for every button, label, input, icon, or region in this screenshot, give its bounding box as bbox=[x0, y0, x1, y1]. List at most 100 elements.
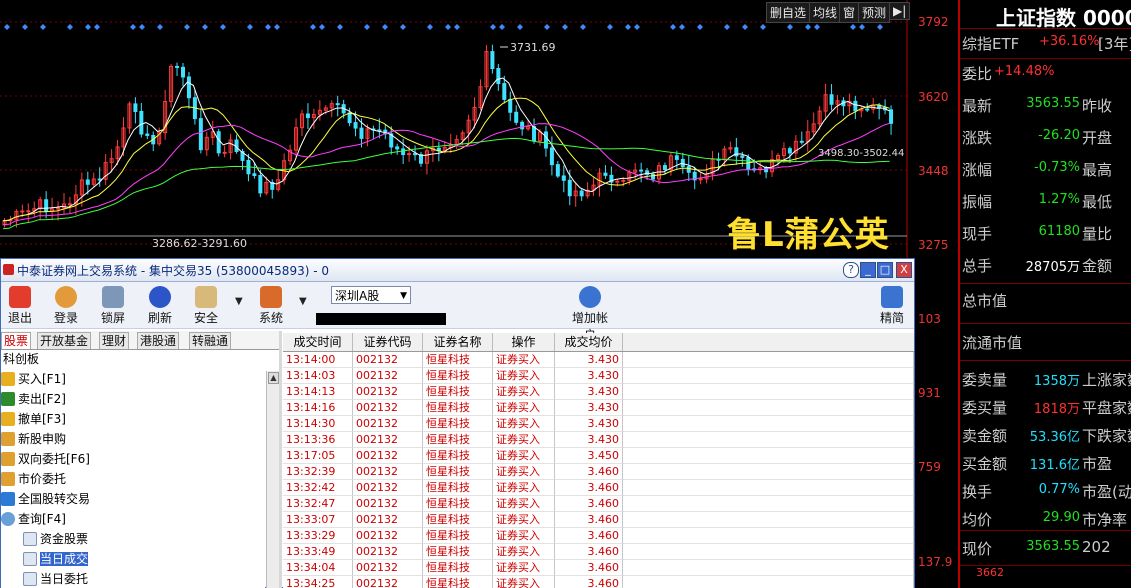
table-row[interactable]: 13:32:42 002132 恒星科技 证券买入 3.460 bbox=[283, 480, 914, 496]
system-button[interactable]: 系统 bbox=[252, 284, 290, 326]
moving-average-button[interactable]: 均线 bbox=[809, 2, 842, 23]
collapse-panel-icon[interactable]: ▶| bbox=[889, 2, 911, 20]
scroll-up-icon[interactable]: ▲ bbox=[268, 372, 279, 384]
compact-button[interactable]: 精简 bbox=[873, 284, 911, 326]
table-row[interactable]: 13:33:29 002132 恒星科技 证券买入 3.460 bbox=[283, 528, 914, 544]
login-button[interactable]: 登录 bbox=[47, 284, 85, 326]
candle-body bbox=[621, 179, 626, 182]
add-account-button[interactable]: 增加帐户 bbox=[567, 284, 613, 342]
signal-marker bbox=[445, 24, 451, 30]
candle-body bbox=[561, 175, 566, 181]
table-cell: 3.430 bbox=[555, 416, 623, 432]
tree-item-query[interactable]: 查询[F4] bbox=[1, 510, 66, 528]
tree-subitem-today-trades[interactable]: 当日成交 bbox=[23, 550, 89, 568]
panel-splitter[interactable] bbox=[279, 331, 282, 588]
tree-item-neeq-trading[interactable]: 全国股转交易 bbox=[1, 490, 90, 508]
divider bbox=[960, 530, 1131, 531]
exit-button[interactable]: 退出 bbox=[1, 284, 39, 326]
table-row[interactable]: 13:14:13 002132 恒星科技 证券买入 3.430 bbox=[283, 384, 914, 400]
refresh-button[interactable]: 刷新 bbox=[141, 284, 179, 326]
column-header[interactable]: 证券名称 bbox=[423, 333, 493, 351]
candle-body bbox=[889, 109, 894, 124]
quote-label: 现手 bbox=[962, 225, 993, 243]
table-cell: 证券买入 bbox=[493, 480, 555, 496]
table-row[interactable]: 13:17:05 002132 恒星科技 证券买入 3.450 bbox=[283, 448, 914, 464]
window-titlebar[interactable]: 中泰证券网上交易系统 - 集中交易35 (53800045893) - 0 ? … bbox=[1, 259, 914, 282]
security-button[interactable]: 安全 bbox=[187, 284, 225, 326]
close-button[interactable]: X bbox=[896, 262, 912, 278]
table-row[interactable]: 13:33:07 002132 恒星科技 证券买入 3.460 bbox=[283, 512, 914, 528]
table-cell: 3.460 bbox=[555, 480, 623, 496]
table-row[interactable]: 13:32:39 002132 恒星科技 证券买入 3.460 bbox=[283, 464, 914, 480]
column-header[interactable]: 证券代码 bbox=[353, 333, 423, 351]
table-row[interactable]: 13:34:25 002132 恒星科技 证券买入 3.460 bbox=[283, 576, 914, 588]
tree-item-two-way-order[interactable]: 双向委托[F6] bbox=[1, 450, 90, 468]
table-row[interactable]: 13:14:30 002132 恒星科技 证券买入 3.430 bbox=[283, 416, 914, 432]
tree-item-ipo[interactable]: 新股申购 bbox=[1, 430, 66, 448]
delete-watchlist-button[interactable]: 删自选 bbox=[766, 2, 811, 23]
help-icon[interactable]: ? bbox=[843, 262, 859, 278]
table-row[interactable]: 13:13:36 002132 恒星科技 证券买入 3.430 bbox=[283, 432, 914, 448]
candle-body bbox=[97, 178, 102, 181]
system-dropdown-icon[interactable]: ▼ bbox=[299, 296, 307, 307]
divider bbox=[960, 28, 1131, 29]
table-cell-empty bbox=[623, 416, 914, 432]
table-row[interactable]: 13:14:16 002132 恒星科技 证券买入 3.430 bbox=[283, 400, 914, 416]
table-cell: 恒星科技 bbox=[423, 352, 493, 368]
signal-marker bbox=[607, 24, 613, 30]
table-cell: 13:32:42 bbox=[283, 480, 353, 496]
trading-window[interactable]: 中泰证券网上交易系统 - 集中交易35 (53800045893) - 0 ? … bbox=[0, 258, 915, 588]
signal-marker bbox=[625, 24, 631, 30]
tab-wealth[interactable]: 理财 bbox=[99, 332, 130, 349]
table-row[interactable]: 13:14:00 002132 恒星科技 证券买入 3.430 bbox=[283, 352, 914, 368]
table-row[interactable]: 13:33:49 002132 恒星科技 证券买入 3.460 bbox=[283, 544, 914, 560]
tab-open-funds[interactable]: 开放基金 bbox=[37, 332, 92, 349]
table-cell-empty bbox=[623, 480, 914, 496]
tab-stocks[interactable]: 股票 bbox=[1, 332, 32, 349]
table-cell: 002132 bbox=[353, 464, 423, 480]
tab-refinancing[interactable]: 转融通 bbox=[189, 332, 232, 349]
toolbar: 退出 登录 锁屏 刷新 安全 ▼ 系统 ▼ 增加帐 精简 bbox=[1, 282, 914, 342]
column-header[interactable]: 成交时间 bbox=[283, 333, 353, 351]
quote-extra-label: 市盈 bbox=[1082, 455, 1113, 473]
tree-group-star-market[interactable]: 科创板 bbox=[3, 350, 39, 368]
quote-value: 1818万 bbox=[1033, 402, 1080, 417]
candle-body bbox=[662, 165, 667, 171]
tab-hk-connect[interactable]: 港股通 bbox=[137, 332, 180, 349]
tree-subitem-today-orders[interactable]: 当日委托 bbox=[23, 570, 88, 588]
signal-marker bbox=[490, 24, 496, 30]
tree-item-cancel[interactable]: 撤单[F3] bbox=[1, 410, 66, 428]
candle-body bbox=[20, 210, 25, 213]
tree-item-sell[interactable]: 卖出[F2] bbox=[1, 390, 66, 408]
tree-scrollbar[interactable]: ▲ bbox=[266, 371, 279, 588]
table-cell: 002132 bbox=[353, 544, 423, 560]
column-header[interactable]: 操作 bbox=[493, 333, 555, 351]
chevron-down-icon: ▼ bbox=[400, 291, 407, 301]
minimize-button[interactable]: _ bbox=[860, 262, 876, 278]
forecast-button[interactable]: 预测 bbox=[858, 2, 891, 23]
tree-item-buy[interactable]: 买入[F1] bbox=[1, 370, 66, 388]
table-cell: 证券买入 bbox=[493, 352, 555, 368]
function-tree: 科创板 买入[F1] 卖出[F2] 撤单[F3] 新股申购 双向委托[F6] 市… bbox=[1, 350, 265, 588]
security-dropdown-icon[interactable]: ▼ bbox=[235, 296, 243, 307]
maximize-button[interactable]: □ bbox=[877, 262, 893, 278]
window-button[interactable]: 窗 bbox=[839, 2, 860, 23]
table-row[interactable]: 13:32:47 002132 恒星科技 证券买入 3.460 bbox=[283, 496, 914, 512]
table-cell: 证券买入 bbox=[493, 528, 555, 544]
quote-row: 买金额 131.6亿 市盈 bbox=[962, 453, 1131, 475]
market-select[interactable]: 深圳A股 ▼ bbox=[331, 286, 411, 304]
table-cell: 证券买入 bbox=[493, 496, 555, 512]
table-row[interactable]: 13:14:03 002132 恒星科技 证券买入 3.430 bbox=[283, 368, 914, 384]
quote-value: 61180 bbox=[1038, 224, 1080, 239]
signal-marker bbox=[787, 24, 793, 30]
tree-item-market-order[interactable]: 市价委托 bbox=[1, 470, 66, 488]
candle-body bbox=[335, 103, 340, 106]
category-tabs: 股票 开放基金 理财 港股通 转融通 bbox=[1, 331, 279, 350]
table-cell: 002132 bbox=[353, 528, 423, 544]
column-header[interactable]: 成交均价 bbox=[555, 333, 623, 351]
system-label: 系统 bbox=[258, 311, 283, 325]
table-row[interactable]: 13:34:04 002132 恒星科技 证券买入 3.460 bbox=[283, 560, 914, 576]
candle-body bbox=[674, 155, 679, 160]
lock-screen-button[interactable]: 锁屏 bbox=[94, 284, 132, 326]
tree-subitem-funds-stocks[interactable]: 资金股票 bbox=[23, 530, 88, 548]
